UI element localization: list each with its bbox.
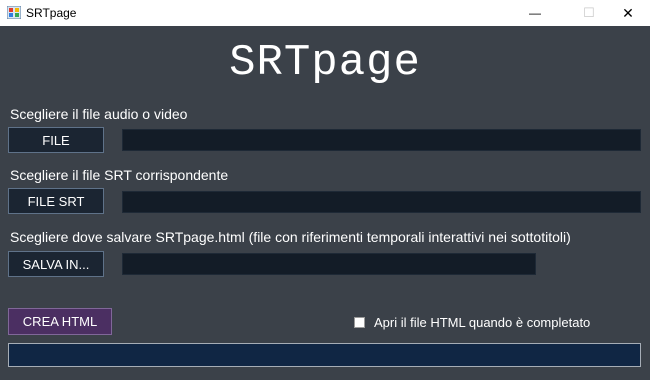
save-location-label: Scegliere dove salvare SRTpage.html (fil… bbox=[10, 229, 571, 245]
progress-bar bbox=[8, 343, 641, 367]
window-title: SRTpage bbox=[26, 6, 77, 20]
close-icon: ✕ bbox=[622, 4, 634, 21]
srt-file-label: Scegliere il file SRT corrispondente bbox=[10, 167, 229, 183]
srt-file-button[interactable]: FILE SRT bbox=[8, 188, 104, 214]
close-button[interactable]: ✕ bbox=[605, 0, 650, 26]
audio-file-label: Scegliere il file audio o video bbox=[10, 106, 188, 122]
open-html-checkbox-label[interactable]: Apri il file HTML quando è completato bbox=[374, 315, 590, 330]
srt-file-path[interactable] bbox=[122, 191, 641, 213]
page-title: SRTpage bbox=[229, 38, 421, 88]
app-icon bbox=[7, 6, 21, 19]
create-html-button[interactable]: CREA HTML bbox=[8, 308, 112, 335]
minimize-button[interactable]: — bbox=[512, 0, 558, 26]
save-location-button[interactable]: SALVA IN... bbox=[8, 251, 104, 277]
audio-file-path[interactable] bbox=[122, 129, 641, 151]
title-bar: SRTpage — ☐ ✕ bbox=[0, 0, 650, 26]
maximize-icon: ☐ bbox=[583, 5, 595, 20]
audio-file-button[interactable]: FILE bbox=[8, 127, 104, 153]
save-location-path[interactable] bbox=[122, 253, 536, 275]
open-html-checkbox[interactable] bbox=[354, 317, 365, 328]
app-window: SRTpage — ☐ ✕ SRTpage Scegliere il file … bbox=[0, 0, 650, 380]
minimize-icon: — bbox=[529, 6, 541, 20]
